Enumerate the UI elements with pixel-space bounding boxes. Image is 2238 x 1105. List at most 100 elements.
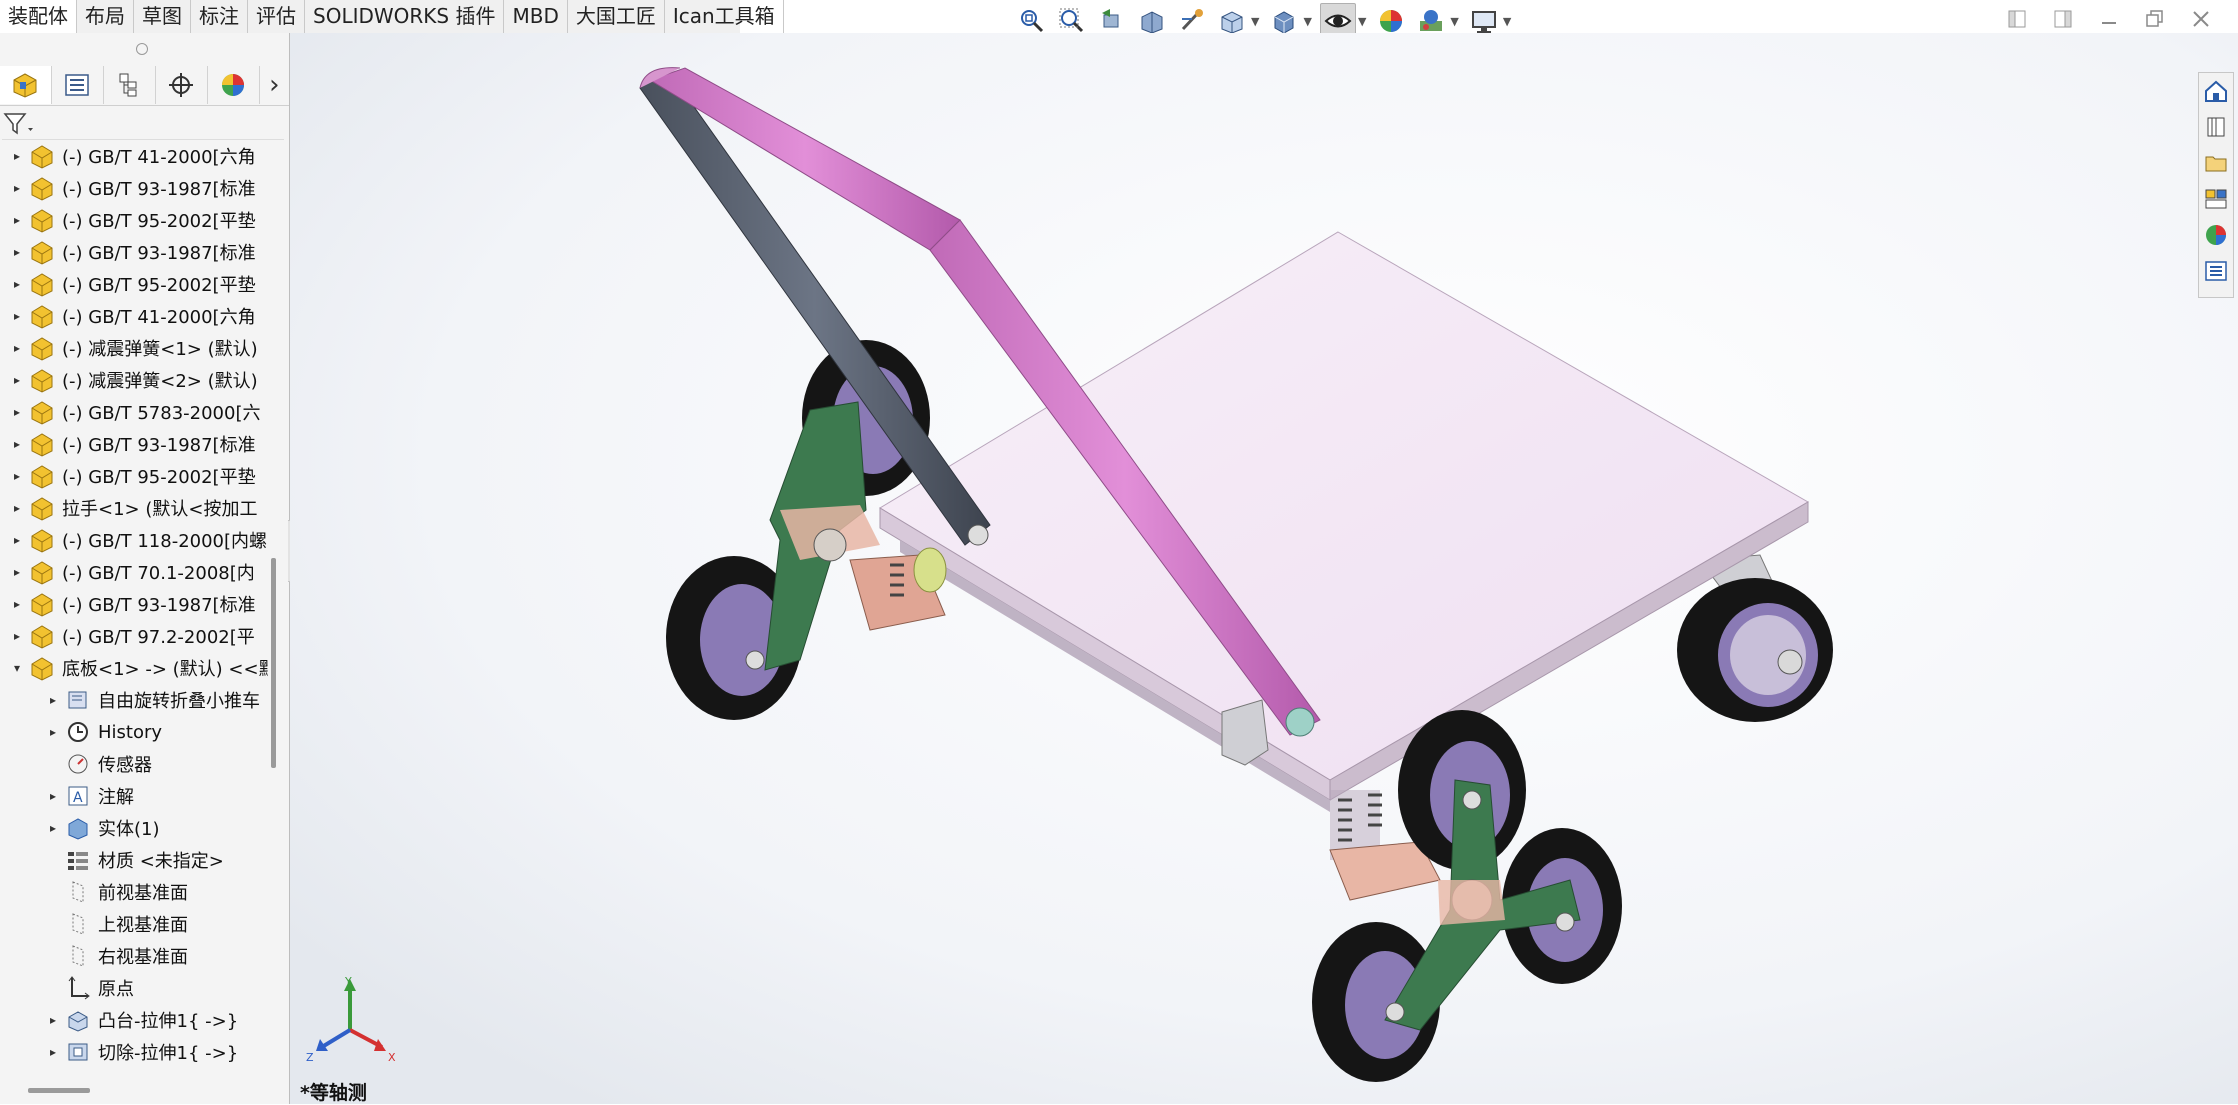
expand-chevron-icon[interactable]: ▸ [10, 373, 24, 387]
expanded-chevron-icon[interactable]: ▾ [10, 661, 24, 675]
expand-chevron-icon[interactable]: ▸ [10, 533, 24, 547]
tree-item[interactable]: ▸ (-) GB/T 93-1987[标准 [0, 172, 268, 204]
apply-scene-dropdown-icon[interactable]: ▼ [1450, 15, 1458, 28]
tree-item[interactable]: 传感器 [0, 748, 268, 780]
expand-chevron-icon[interactable]: ▸ [46, 821, 60, 835]
tree-horizontal-scrollbar[interactable] [28, 1088, 90, 1093]
expand-chevron-icon[interactable]: ▸ [10, 437, 24, 451]
part-icon [28, 366, 56, 394]
tree-item[interactable]: ▸ 切除-拉伸1{ ->} [0, 1036, 268, 1068]
expand-chevron-icon[interactable]: ▸ [46, 1013, 60, 1027]
restore-icon[interactable] [2140, 4, 2170, 34]
hide-show-dropdown-icon[interactable]: ▼ [1358, 15, 1366, 28]
tree-item[interactable]: ▸ History [0, 716, 268, 748]
expand-chevron-icon[interactable]: ▸ [10, 565, 24, 579]
display-manager-tab-icon[interactable] [208, 66, 260, 104]
tree-item[interactable]: ▸ 自由旋转折叠小推车 [0, 684, 268, 716]
feature-manager-tab-icon[interactable] [0, 66, 52, 104]
more-tabs-chevron-icon[interactable]: › [260, 66, 289, 104]
tree-item[interactable]: 原点 [0, 972, 268, 1004]
expand-chevron-icon[interactable]: ▸ [10, 309, 24, 323]
design-library-icon[interactable] [2200, 109, 2232, 145]
expand-chevron-icon[interactable]: ▸ [10, 277, 24, 291]
cart-model[interactable] [290, 33, 2238, 1104]
tab-0[interactable]: 装配体 [0, 0, 77, 33]
tree-item[interactable]: 材质 <未指定> [0, 844, 268, 876]
close-icon[interactable] [2186, 4, 2216, 34]
tree-item[interactable]: ▸ (-) GB/T 5783-2000[六 [0, 396, 268, 428]
tree-item[interactable]: ▸ (-) GB/T 93-1987[标准 [0, 588, 268, 620]
part-icon [28, 334, 56, 362]
display-style-dropdown-icon[interactable]: ▼ [1303, 15, 1311, 28]
minimize-icon[interactable] [2094, 4, 2124, 34]
part-icon [28, 174, 56, 202]
tree-item[interactable]: ▸ (-) GB/T 118-2000[内螺 [0, 524, 268, 556]
tree-item[interactable]: ▸ (-) GB/T 95-2002[平垫 [0, 268, 268, 300]
tree-item-label: (-) 减震弹簧<2> (默认) [62, 371, 258, 392]
custom-properties-icon[interactable] [2200, 253, 2232, 289]
tab-5[interactable]: SOLIDWORKS 插件 [305, 0, 505, 33]
tree-item[interactable]: ▸ 凸台-拉伸1{ ->} [0, 1004, 268, 1036]
tree-item-label: (-) GB/T 95-2002[平垫 [62, 467, 256, 488]
tree-item[interactable]: ▸ 实体(1) [0, 812, 268, 844]
view-orientation-dropdown-icon[interactable]: ▼ [1251, 15, 1259, 28]
tree-item[interactable]: ▸ (-) GB/T 97.2-2002[平 [0, 620, 268, 652]
tree-item[interactable]: ▸ A 注解 [0, 780, 268, 812]
tree-item[interactable]: ▸ (-) GB/T 93-1987[标准 [0, 428, 268, 460]
tile-right-icon[interactable] [2048, 4, 2078, 34]
tree-item[interactable]: ▸ (-) 减震弹簧<1> (默认) [0, 332, 268, 364]
tab-8[interactable]: Ican工具箱 [665, 0, 784, 33]
tree-item[interactable]: ▸ (-) GB/T 95-2002[平垫 [0, 204, 268, 236]
expand-chevron-icon[interactable]: ▸ [10, 341, 24, 355]
view-palette-icon[interactable] [2200, 181, 2232, 217]
tree-item[interactable]: ▸ (-) GB/T 95-2002[平垫 [0, 460, 268, 492]
solid-icon [64, 814, 92, 842]
property-manager-tab-icon[interactable] [52, 66, 104, 104]
tab-3[interactable]: 标注 [191, 0, 248, 33]
part-icon [28, 430, 56, 458]
tree-item[interactable]: ▸ 拉手<1> (默认<按加工 [0, 492, 268, 524]
expand-chevron-icon[interactable]: ▸ [10, 245, 24, 259]
expand-chevron-icon[interactable]: ▸ [10, 181, 24, 195]
tree-item[interactable]: ▸ (-) 减震弹簧<2> (默认) [0, 364, 268, 396]
expand-chevron-icon[interactable]: ▸ [10, 629, 24, 643]
tab-4[interactable]: 评估 [248, 0, 305, 33]
expand-chevron-icon[interactable]: ▸ [46, 693, 60, 707]
expand-chevron-icon[interactable]: ▸ [10, 149, 24, 163]
file-explorer-icon[interactable] [2200, 145, 2232, 181]
feature-tree: ▸ (-) GB/T 41-2000[六角 ▸ (-) GB/T 93-1987[标准… [0, 140, 268, 1100]
tree-item[interactable]: 前视基准面 [0, 876, 268, 908]
tab-6[interactable]: MBD [504, 0, 568, 33]
expand-chevron-icon[interactable]: ▸ [46, 789, 60, 803]
tree-item[interactable]: 右视基准面 [0, 940, 268, 972]
home-icon[interactable] [2200, 73, 2232, 109]
dimxpert-manager-tab-icon[interactable] [156, 66, 208, 104]
expand-chevron-icon[interactable]: ▸ [10, 213, 24, 227]
tree-item[interactable]: ▸ (-) GB/T 41-2000[六角 [0, 300, 268, 332]
tree-item[interactable]: ▾ 底板<1> -> (默认) <<默 [0, 652, 268, 684]
view-settings-dropdown-icon[interactable]: ▼ [1503, 15, 1511, 28]
tree-item-label: 原点 [98, 979, 134, 1000]
tab-1[interactable]: 布局 [77, 0, 134, 33]
expand-chevron-icon[interactable]: ▸ [10, 469, 24, 483]
appearances-icon[interactable] [2200, 217, 2232, 253]
extrude-icon [64, 1006, 92, 1034]
configuration-manager-tab-icon[interactable] [104, 66, 156, 104]
tree-vertical-scrollbar[interactable] [271, 558, 276, 768]
tile-left-icon[interactable] [2002, 4, 2032, 34]
tab-2[interactable]: 草图 [134, 0, 191, 33]
part-icon [28, 622, 56, 650]
expand-chevron-icon[interactable]: ▸ [10, 501, 24, 515]
tree-item[interactable]: 上视基准面 [0, 908, 268, 940]
tab-7[interactable]: 大国工匠 [568, 0, 665, 33]
graphics-area[interactable]: Y X Z [290, 33, 2238, 1104]
expand-chevron-icon[interactable]: ▸ [10, 597, 24, 611]
tree-item[interactable]: ▸ (-) GB/T 93-1987[标准 [0, 236, 268, 268]
expand-chevron-icon[interactable]: ▸ [46, 725, 60, 739]
tree-item[interactable]: ▸ (-) GB/T 41-2000[六角 [0, 140, 268, 172]
expand-chevron-icon[interactable]: ▸ [46, 1045, 60, 1059]
expand-chevron-icon[interactable]: ▸ [10, 405, 24, 419]
panel-grip-icon[interactable] [136, 43, 148, 55]
filter-icon[interactable] [2, 111, 36, 137]
tree-item[interactable]: ▸ (-) GB/T 70.1-2008[内 [0, 556, 268, 588]
